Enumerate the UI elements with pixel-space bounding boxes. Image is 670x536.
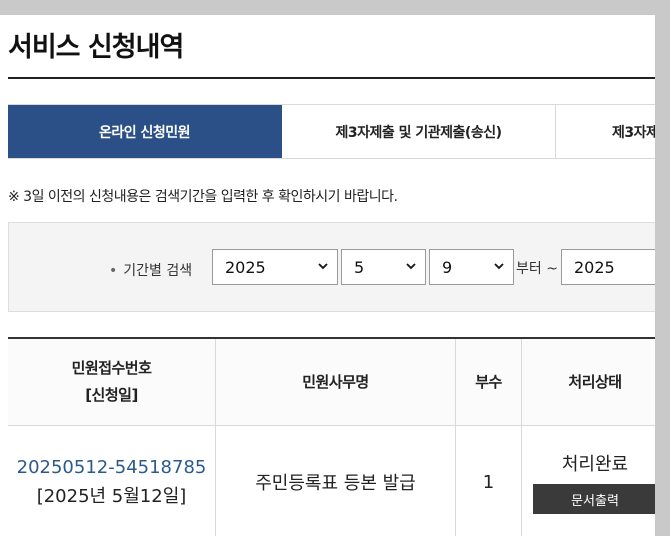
- copies-count: 1: [482, 471, 495, 493]
- header-service-name: 민원사무명: [216, 339, 456, 425]
- cell-receipt-no: 20250512-54518785 [2025년 5월12일]: [8, 426, 216, 536]
- receipt-number-link[interactable]: 20250512-54518785: [17, 457, 207, 478]
- from-year-value: 2025: [225, 257, 266, 277]
- header-status: 처리상태: [568, 372, 622, 391]
- chevron-down-icon: [406, 263, 416, 270]
- header-receipt-no: 민원접수번호 [신청일]: [8, 339, 216, 425]
- header-copies: 부수: [456, 339, 522, 425]
- table-header-row: 민원접수번호 [신청일] 민원사무명 부수 처리상태: [8, 339, 655, 426]
- request-date: [2025년 5월12일]: [36, 485, 187, 507]
- bullet-icon: •: [109, 263, 118, 279]
- cell-service-name: 주민등록표 등본 발급: [216, 426, 456, 536]
- from-month-select[interactable]: 5: [341, 249, 426, 285]
- to-year-select[interactable]: 2025: [561, 249, 655, 285]
- header-request-date-label: [신청일]: [85, 386, 138, 404]
- from-day-value: 9: [442, 257, 453, 277]
- cell-copies: 1: [456, 426, 522, 536]
- page: 서비스 신청내역 온라인 신청민원 제3자제출 및 기관제출(송신) 제3자제출…: [0, 15, 655, 536]
- header-receipt-no-label: 민원접수번호: [71, 359, 152, 377]
- tab-bar: 온라인 신청민원 제3자제출 및 기관제출(송신) 제3자제출: [8, 104, 655, 159]
- notice-text: ※ 3일 이전의 신청내용은 검색기간을 입력한 후 확인하시기 바랍니다.: [8, 189, 398, 205]
- page-title: 서비스 신청내역: [8, 32, 184, 63]
- print-document-button[interactable]: 문서출력: [533, 484, 655, 514]
- period-search-panel: • 기간별 검색 2025 5 9 부터 ~ 2025: [8, 222, 655, 312]
- chevron-down-icon: [494, 263, 504, 270]
- from-day-select[interactable]: 9: [429, 249, 514, 285]
- cell-status: 처리완료 문서출력: [522, 426, 655, 536]
- tab-online-requests[interactable]: 온라인 신청민원: [8, 105, 282, 158]
- request-history-table: 민원접수번호 [신청일] 민원사무명 부수 처리상태 20250512-5451…: [8, 337, 655, 536]
- status-text: 처리완료: [561, 454, 629, 475]
- from-suffix-label: 부터 ~: [516, 261, 558, 277]
- service-name: 주민등록표 등본 발급: [255, 473, 416, 494]
- from-year-select[interactable]: 2025: [212, 249, 338, 285]
- title-divider: [8, 77, 655, 79]
- tab-third-party-submission[interactable]: 제3자제출 및 기관제출(송신): [282, 105, 556, 158]
- chevron-down-icon: [318, 263, 328, 270]
- table-row: 20250512-54518785 [2025년 5월12일] 주민등록표 등본…: [8, 426, 655, 536]
- from-month-value: 5: [354, 257, 365, 277]
- tab-third-party[interactable]: 제3자제출: [556, 105, 655, 158]
- to-year-value: 2025: [574, 257, 615, 277]
- period-search-label: • 기간별 검색: [109, 260, 192, 280]
- period-search-label-text: 기간별 검색: [123, 263, 193, 279]
